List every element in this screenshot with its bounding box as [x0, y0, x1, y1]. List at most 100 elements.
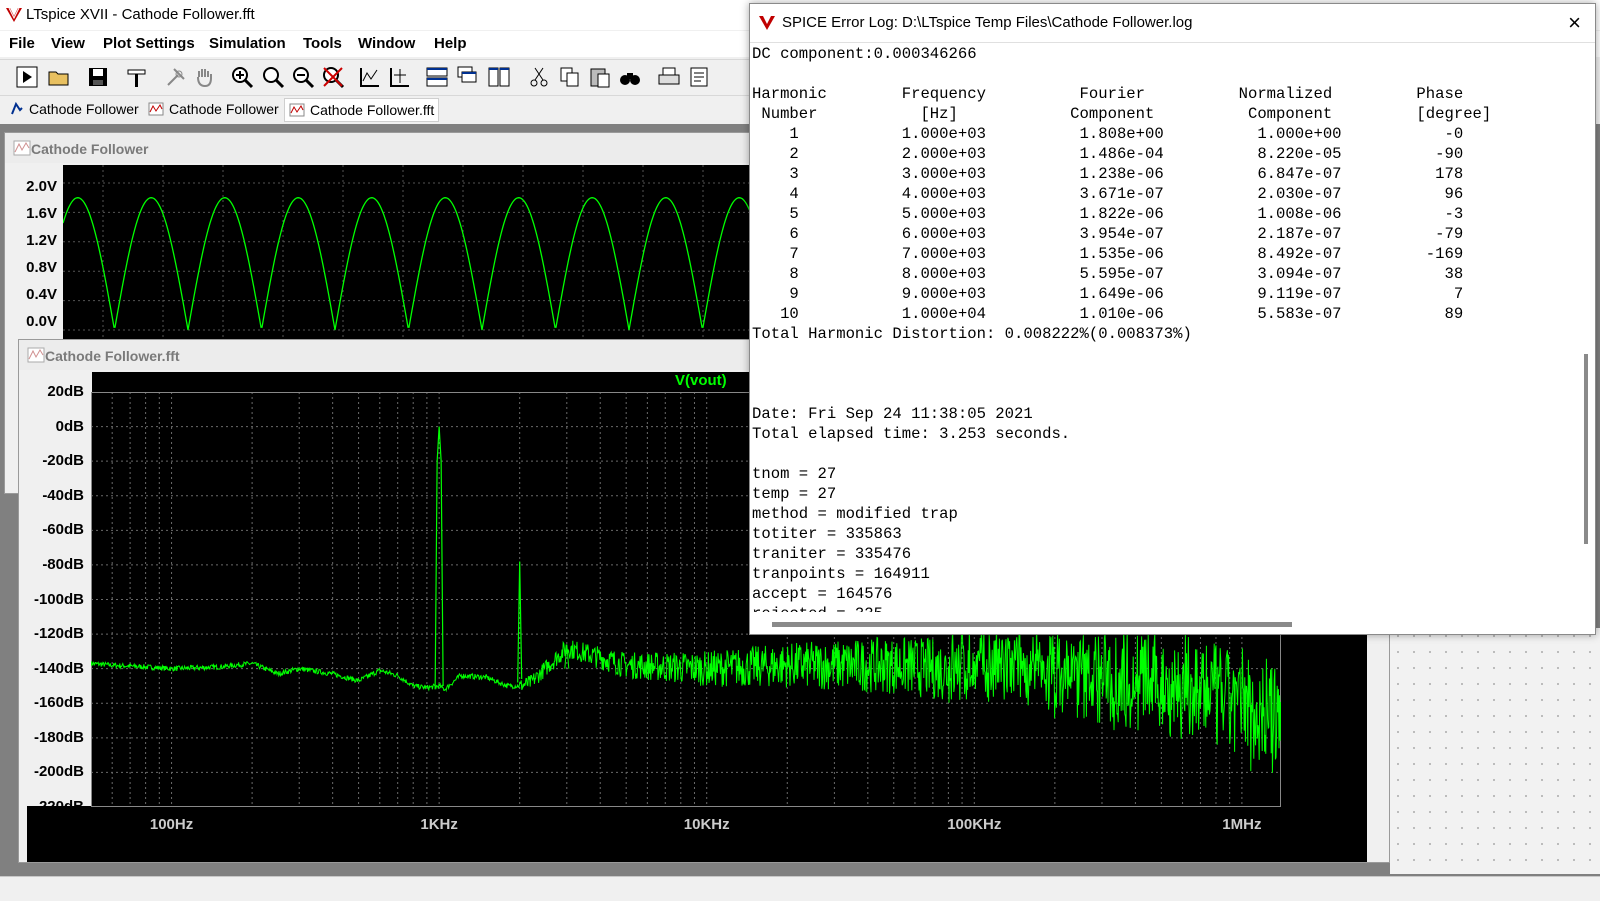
log-line: Number [Hz] Component Component [degree]: [752, 105, 1492, 123]
menu-simulation[interactable]: Simulation: [209, 35, 286, 52]
menu-tools[interactable]: Tools: [303, 35, 342, 52]
y-tick-label: -200dB: [33, 763, 84, 781]
scroll-thumb[interactable]: [1584, 354, 1588, 544]
run-icon[interactable]: [15, 65, 39, 89]
zoom-in-icon[interactable]: [230, 65, 254, 89]
log-line: DC component:0.000346266: [752, 45, 977, 63]
menu-plot-settings[interactable]: Plot Settings: [103, 35, 195, 52]
menu-view[interactable]: View: [51, 35, 85, 52]
print-icon[interactable]: [657, 65, 681, 89]
x-tick-label: 100KHz: [947, 816, 1002, 833]
y-tick-label: 0.4V: [26, 286, 57, 303]
y-tick-label: -140dB: [33, 659, 84, 677]
error-log-window[interactable]: SPICE Error Log: D:\LTspice Temp Files\C…: [749, 3, 1596, 635]
cascade-icon[interactable]: [456, 65, 480, 89]
waveform-line: [62, 197, 754, 331]
zoom-cancel-icon[interactable]: [321, 65, 345, 89]
y-tick-label: 0.0V: [26, 313, 57, 330]
log-line: 10 1.000e+04 1.010e-06 5.583e-07 89: [752, 305, 1464, 323]
waveform-icon: [289, 103, 305, 117]
y-tick-label: 1.6V: [26, 205, 57, 222]
y-tick-label: -160dB: [33, 694, 84, 712]
y-tick-label: -60dB: [42, 521, 84, 539]
log-line: temp = 27: [752, 485, 837, 503]
y-tick-label: -120dB: [33, 625, 84, 643]
log-line: Total elapsed time: 3.253 seconds.: [752, 425, 1071, 443]
error-log-title: SPICE Error Log: D:\LTspice Temp Files\C…: [782, 14, 1193, 31]
waveform-icon: [148, 102, 164, 116]
log-line: tnom = 27: [752, 465, 837, 483]
close-icon[interactable]: ×: [1568, 10, 1581, 36]
zoom-out-icon[interactable]: [291, 65, 315, 89]
log-line: rejected = 335: [752, 604, 1577, 612]
y-tick-label: -220dB: [33, 798, 84, 815]
tab-label: Cathode Follower.fft: [310, 102, 435, 118]
y-tick-label: 0.8V: [26, 259, 57, 276]
fft-window-title: Cathode Follower.fft: [45, 348, 180, 364]
error-log-text[interactable]: DC component:0.000346266 Harmonic Freque…: [752, 44, 1577, 612]
print-preview-icon[interactable]: [687, 65, 711, 89]
cut-icon[interactable]: [527, 65, 551, 89]
menu-file[interactable]: File: [9, 35, 35, 52]
save-icon[interactable]: [86, 65, 110, 89]
trace-label-vout[interactable]: V(vout): [675, 372, 727, 389]
zoom-area-icon[interactable]: [261, 65, 285, 89]
log-line: traniter = 335476: [752, 545, 912, 563]
mark-icon[interactable]: [388, 65, 412, 89]
menu-window[interactable]: Window: [358, 35, 415, 52]
waveform-icon: [27, 347, 45, 363]
vertical-scrollbar[interactable]: [1579, 44, 1593, 612]
app-title: LTspice XVII - Cathode Follower.fft: [26, 6, 255, 23]
log-line: totiter = 335863: [752, 525, 902, 543]
tab-cathode-follower-waveform[interactable]: Cathode Follower: [144, 98, 283, 120]
pan-hand-icon[interactable]: [193, 65, 217, 89]
open-icon[interactable]: [47, 65, 71, 89]
log-line: 5 5.000e+03 1.822e-06 1.008e-06 -3: [752, 205, 1464, 223]
paste-icon[interactable]: [588, 65, 612, 89]
log-line: 4 4.000e+03 3.671e-07 2.030e-07 96: [752, 185, 1464, 203]
copy-icon[interactable]: [558, 65, 582, 89]
waveform-window-titlebar[interactable]: Cathode Follower: [5, 133, 755, 163]
scroll-thumb[interactable]: [772, 622, 1292, 627]
log-line: 9 9.000e+03 1.649e-06 9.119e-07 7: [752, 285, 1464, 303]
tab-label: Cathode Follower: [169, 101, 279, 117]
tab-cathode-follower-fft[interactable]: Cathode Follower.fft: [284, 98, 440, 122]
log-line: Harmonic Frequency Fourier Normalized Ph…: [752, 85, 1464, 103]
x-tick-label: 1MHz: [1222, 816, 1262, 833]
tile-h-icon[interactable]: [425, 65, 449, 89]
log-line: 3 3.000e+03 1.238e-06 6.847e-07 178: [752, 165, 1464, 183]
y-tick-label: 20dB: [47, 383, 84, 400]
log-line: 7 7.000e+03 1.535e-06 8.492e-07 -169: [752, 245, 1464, 263]
log-line: 2 2.000e+03 1.486e-04 8.220e-05 -90: [752, 145, 1464, 163]
tile-v-icon[interactable]: [487, 65, 511, 89]
y-tick-label: 1.2V: [26, 232, 57, 249]
log-line: 6 6.000e+03 3.954e-07 2.187e-07 -79: [752, 225, 1464, 243]
autorange-icon[interactable]: [358, 65, 382, 89]
document-tabs: Cathode Follower Cathode Follower Cathod…: [0, 96, 760, 122]
log-line: Total Harmonic Distortion: 0.008222%(0.0…: [752, 325, 1192, 343]
y-tick-label: -40dB: [42, 486, 84, 504]
probe-icon[interactable]: [164, 65, 188, 89]
y-tick-label: -80dB: [42, 555, 84, 573]
horizontal-scrollbar[interactable]: [752, 616, 1577, 632]
menu-help[interactable]: Help: [434, 35, 467, 52]
schematic-dot-grid: [1390, 628, 1600, 874]
log-line: tranpoints = 164911: [752, 565, 930, 583]
find-icon[interactable]: [618, 65, 642, 89]
y-tick-label: -180dB: [33, 728, 84, 746]
settings-hammer-icon[interactable]: [125, 65, 149, 89]
log-line: 8 8.000e+03 5.595e-07 3.094e-07 38: [752, 265, 1464, 283]
error-log-titlebar[interactable]: SPICE Error Log: D:\LTspice Temp Files\C…: [750, 4, 1595, 43]
tab-cathode-follower-schematic[interactable]: Cathode Follower: [6, 98, 143, 120]
log-line: accept = 164576: [752, 585, 893, 603]
waveform-window-title: Cathode Follower: [31, 141, 149, 157]
y-tick-label: -100dB: [33, 590, 84, 608]
y-tick-label: 2.0V: [26, 178, 57, 195]
schematic-icon: [11, 102, 23, 115]
x-tick-label: 10KHz: [683, 816, 730, 833]
x-tick-label: 100Hz: [149, 816, 194, 833]
